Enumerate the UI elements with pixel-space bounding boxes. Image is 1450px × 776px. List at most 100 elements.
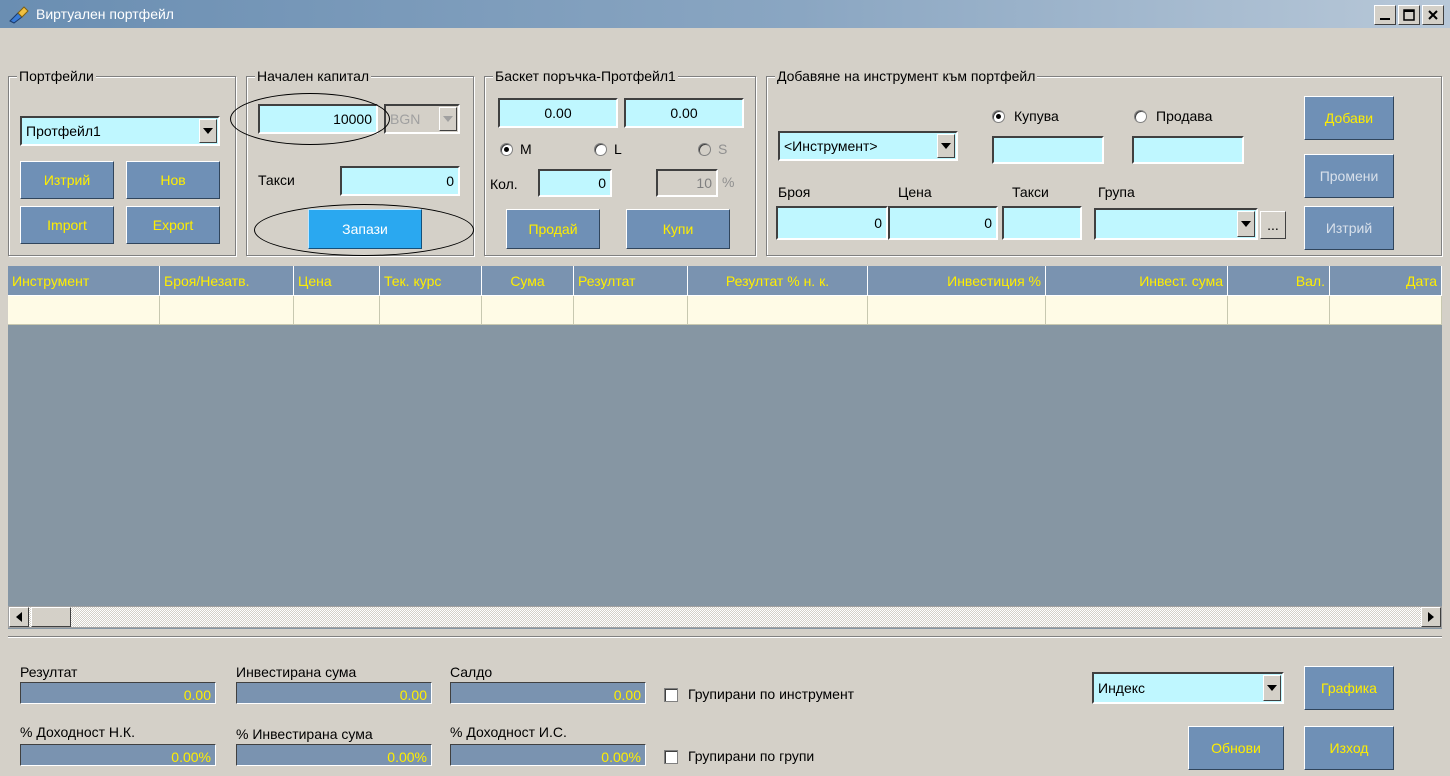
- exit-button[interactable]: Изход: [1304, 726, 1394, 770]
- portfolio-select[interactable]: Протфейл1: [20, 116, 220, 146]
- invested-value: 0.00: [236, 682, 432, 704]
- column-header[interactable]: Цена: [294, 266, 380, 296]
- chevron-down-icon[interactable]: [1263, 675, 1281, 701]
- column-header[interactable]: Вал.: [1228, 266, 1330, 296]
- column-header[interactable]: Резултат % н. к.: [688, 266, 868, 296]
- change-instrument-button[interactable]: Промени: [1304, 154, 1394, 198]
- chevron-down-icon[interactable]: [937, 134, 955, 158]
- scroll-thumb[interactable]: [31, 607, 71, 627]
- import-button[interactable]: Import: [20, 206, 114, 244]
- result-value: 0.00: [20, 682, 216, 704]
- invested-label: Инвестирана сума: [236, 664, 357, 680]
- column-header[interactable]: Инвест. сума: [1046, 266, 1228, 296]
- basket-value-1[interactable]: 0.00: [498, 98, 618, 128]
- portfolios-group-label: Портфейли: [17, 68, 96, 84]
- portfolio-select-value: Протфейл1: [26, 123, 101, 139]
- radio-s[interactable]: [698, 143, 711, 156]
- instrument-select-value: <Инструмент>: [784, 138, 878, 154]
- radio-s-label: S: [718, 141, 728, 157]
- add-instrument-button[interactable]: Добави: [1304, 96, 1394, 140]
- instrument-fees-input[interactable]: [1002, 206, 1082, 240]
- group-by-instrument-label: Групирани по инструмент: [688, 686, 855, 702]
- window-controls: [1374, 5, 1444, 25]
- currency-select[interactable]: BGN: [384, 104, 460, 134]
- portfolio-grid[interactable]: Инструмент Броя/Незатв. Цена Тек. курс С…: [8, 266, 1442, 629]
- buy-radio[interactable]: [992, 110, 1005, 123]
- chart-button[interactable]: Графика: [1304, 666, 1394, 710]
- currency-select-value: BGN: [390, 111, 421, 127]
- buy-radio-label: Купува: [1014, 108, 1059, 124]
- column-header[interactable]: Дата: [1330, 266, 1442, 296]
- group-select[interactable]: [1094, 208, 1258, 240]
- invested-pct-value: 0.00%: [236, 744, 432, 766]
- buy-button[interactable]: Купи: [626, 209, 730, 249]
- export-button[interactable]: Export: [126, 206, 220, 244]
- column-header[interactable]: Инструмент: [8, 266, 160, 296]
- grid-header: Инструмент Броя/Незатв. Цена Тек. курс С…: [8, 266, 1442, 296]
- fees-input[interactable]: 0: [340, 166, 460, 196]
- group-by-groups-label: Групирани по групи: [688, 748, 815, 764]
- refresh-button[interactable]: Обнови: [1188, 726, 1284, 770]
- initial-capital-group-label: Начален капитал: [255, 68, 372, 84]
- window-title: Виртуален портфейл: [36, 6, 174, 22]
- percent-unit-label: %: [722, 174, 735, 190]
- initial-capital-input[interactable]: 10000: [258, 104, 378, 134]
- minimize-icon: [1380, 18, 1390, 20]
- maximize-icon: [1403, 9, 1415, 21]
- fees-label: Такси: [258, 172, 295, 188]
- radio-m[interactable]: [500, 143, 513, 156]
- basket-order-group-label: Баскет поръчка-Протфейл1: [493, 68, 678, 84]
- group-by-groups-checkbox[interactable]: [664, 750, 678, 764]
- title-bar: Виртуален портфейл: [0, 0, 1450, 30]
- radio-m-label: M: [520, 141, 532, 157]
- count-label: Броя: [778, 184, 811, 200]
- table-row[interactable]: [8, 296, 1442, 325]
- index-select[interactable]: Индекс: [1092, 672, 1284, 704]
- percent-input[interactable]: 10: [656, 169, 718, 197]
- chevron-down-icon[interactable]: [199, 119, 217, 143]
- group-by-instrument-checkbox[interactable]: [664, 688, 678, 702]
- buy-input[interactable]: [992, 136, 1104, 164]
- horizontal-scrollbar[interactable]: [8, 606, 1442, 628]
- delete-portfolio-button[interactable]: Изтрий: [20, 161, 114, 199]
- basket-value-2[interactable]: 0.00: [624, 98, 744, 128]
- scroll-right-icon[interactable]: [1421, 607, 1441, 627]
- delete-instrument-button[interactable]: Изтрий: [1304, 206, 1394, 250]
- yield-is-value: 0.00%: [450, 744, 646, 766]
- close-button[interactable]: [1422, 5, 1444, 25]
- column-header[interactable]: Броя/Незатв.: [160, 266, 294, 296]
- close-icon: [1428, 10, 1438, 20]
- group-browse-button[interactable]: ...: [1260, 211, 1286, 239]
- column-header[interactable]: Тек. курс: [380, 266, 482, 296]
- count-input[interactable]: 0: [776, 206, 888, 240]
- sell-input[interactable]: [1132, 136, 1244, 164]
- column-header[interactable]: Сума: [482, 266, 574, 296]
- radio-l[interactable]: [594, 143, 607, 156]
- balance-value: 0.00: [450, 682, 646, 704]
- instrument-select[interactable]: <Инструмент>: [778, 131, 958, 161]
- portfolio-app-icon: [9, 6, 29, 24]
- result-label: Резултат: [20, 664, 78, 680]
- save-button[interactable]: Запази: [308, 209, 422, 249]
- group-label: Група: [1098, 184, 1135, 200]
- invested-pct-label: % Инвестирана сума: [236, 726, 373, 742]
- radio-l-label: L: [614, 141, 622, 157]
- quantity-input[interactable]: 0: [538, 169, 612, 197]
- yield-nk-label: % Доходност Н.К.: [20, 724, 135, 740]
- index-select-value: Индекс: [1098, 680, 1146, 696]
- maximize-button[interactable]: [1398, 5, 1420, 25]
- scroll-left-icon[interactable]: [9, 607, 29, 627]
- minimize-button[interactable]: [1374, 5, 1396, 25]
- chevron-down-icon[interactable]: [439, 107, 457, 131]
- balance-label: Салдо: [450, 664, 493, 680]
- sell-button[interactable]: Продай: [506, 209, 600, 249]
- new-portfolio-button[interactable]: Нов: [126, 161, 220, 199]
- column-header[interactable]: Инвестиция %: [868, 266, 1046, 296]
- instrument-fees-label: Такси: [1012, 184, 1049, 200]
- price-input[interactable]: 0: [888, 206, 998, 240]
- chevron-down-icon[interactable]: [1237, 211, 1255, 237]
- divider: [8, 636, 1442, 638]
- sell-radio-label: Продава: [1156, 108, 1213, 124]
- sell-radio[interactable]: [1134, 110, 1147, 123]
- column-header[interactable]: Резултат: [574, 266, 688, 296]
